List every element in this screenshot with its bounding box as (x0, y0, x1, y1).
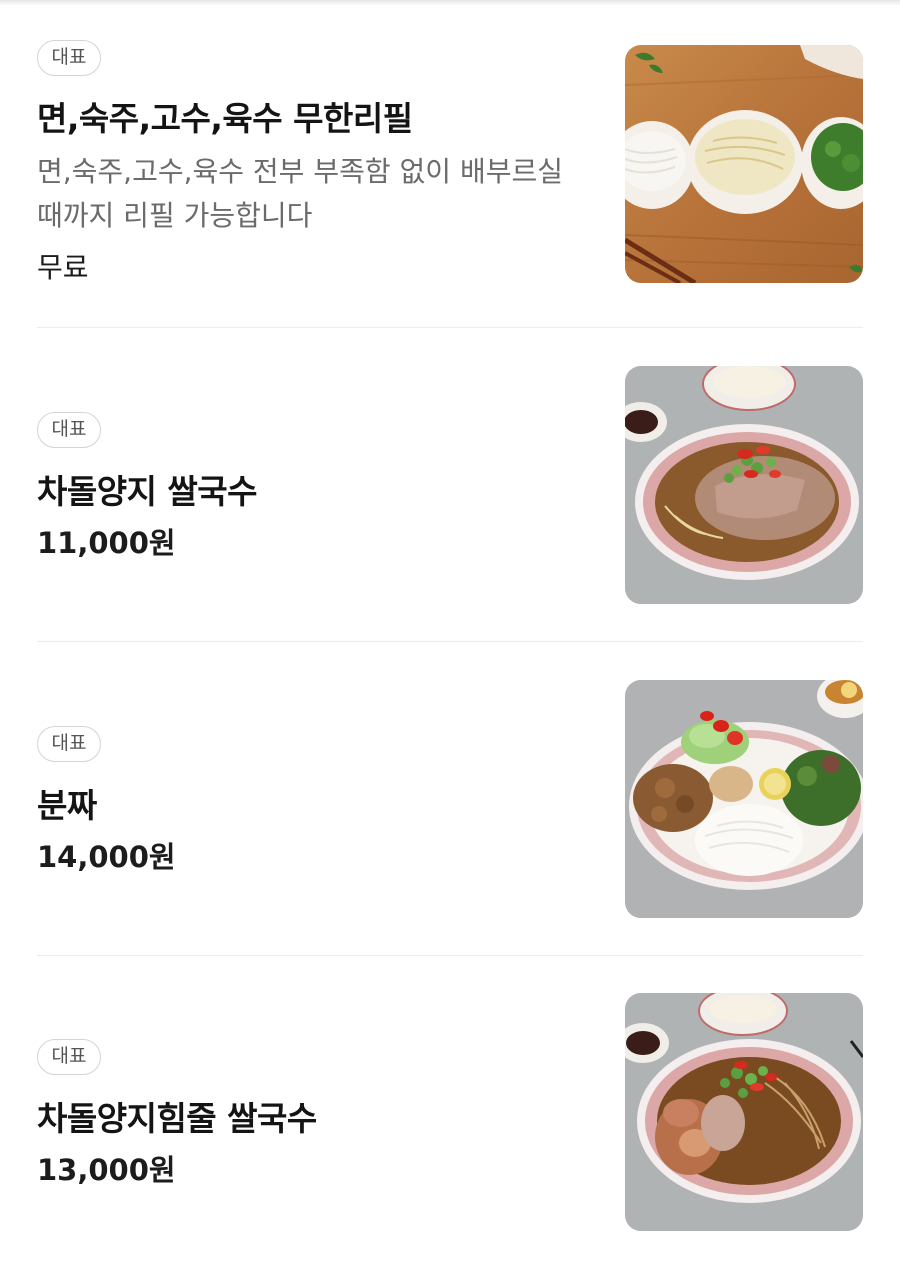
bun-cha-plate-photo[interactable] (625, 680, 863, 918)
menu-divider (37, 327, 863, 328)
menu-item-name: 분짜 (37, 786, 97, 825)
noodle-sides-photo[interactable] (625, 45, 863, 283)
menu-item-price: 무료 (37, 251, 89, 284)
menu-item-description: 면,숙주,고수,육수 전부 부족함 없이 배부르실 때까지 리필 가능합니다 (37, 155, 563, 232)
menu-divider (37, 955, 863, 956)
menu-divider (37, 641, 863, 642)
signature-badge: 대표 (37, 40, 101, 76)
pho-tendon-bowl-photo[interactable] (625, 993, 863, 1231)
menu-item-name: 차돌양지힘줄 쌀국수 (37, 1099, 317, 1138)
top-edge-shadow (0, 0, 900, 6)
menu-item-price: 13,000원 (37, 1153, 176, 1187)
menu-item-bun-cha[interactable]: 대표 분짜 14,000원 (37, 680, 863, 918)
menu-item-name: 차돌양지 쌀국수 (37, 472, 258, 511)
menu-item-refill[interactable]: 대표 면,숙주,고수,육수 무한리필 면,숙주,고수,육수 전부 부족함 없이 … (37, 38, 863, 288)
signature-badge: 대표 (37, 726, 101, 762)
menu-item-name: 면,숙주,고수,육수 무한리필 (37, 99, 413, 138)
pho-bowl-photo[interactable] (625, 366, 863, 604)
signature-badge: 대표 (37, 412, 101, 448)
menu-item-chadol-pho[interactable]: 대표 차돌양지 쌀국수 11,000원 (37, 366, 863, 604)
menu-item-chadol-tendon-pho[interactable]: 대표 차돌양지힘줄 쌀국수 13,000원 (37, 993, 863, 1231)
menu-item-price: 14,000원 (37, 840, 176, 874)
menu-item-price: 11,000원 (37, 526, 176, 560)
signature-badge: 대표 (37, 1039, 101, 1075)
